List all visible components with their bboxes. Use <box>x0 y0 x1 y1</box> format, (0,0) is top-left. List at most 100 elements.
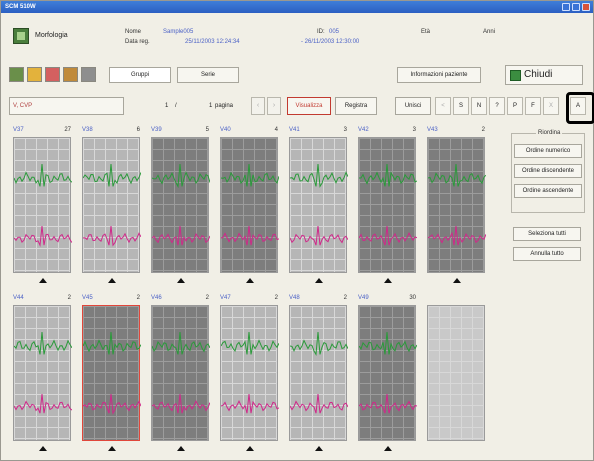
visualizza-button[interactable]: Visualizza <box>287 97 331 115</box>
ecg-waveform <box>14 331 72 414</box>
ecg-strip-box[interactable] <box>427 137 486 273</box>
window-title: SCM 510W <box>5 4 36 10</box>
strip-name: V39 <box>151 127 162 133</box>
ecg-strip-box[interactable] <box>289 137 348 273</box>
ecg-strip-box[interactable] <box>151 137 210 273</box>
ordine-numerico-button[interactable]: Ordine numerico <box>514 144 582 158</box>
letter-f-button[interactable]: F <box>525 97 541 115</box>
strip-name: V43 <box>427 127 438 133</box>
green-lead-trace <box>83 163 141 187</box>
ordine-ascendente-button[interactable]: Ordine ascendente <box>514 184 582 198</box>
pink-lead-trace <box>428 225 486 246</box>
tab-serie[interactable]: Serie <box>177 67 239 83</box>
page-current: 1 <box>165 103 169 109</box>
morphology-icon <box>13 28 29 44</box>
strip-marker-icon <box>246 278 254 283</box>
pink-lead-trace <box>359 393 417 414</box>
strip-count: 27 <box>64 127 71 133</box>
green-lead-trace <box>428 163 486 187</box>
ecg-strip-box[interactable] <box>427 305 485 441</box>
ecg-strip-box[interactable] <box>13 137 72 273</box>
strip-name: V40 <box>220 127 231 133</box>
strip-name: V37 <box>13 127 24 133</box>
seleziona-tutti-button[interactable]: Seleziona tutti <box>513 227 581 241</box>
strip-count: 2 <box>274 295 278 301</box>
close-button[interactable]: Chiudi <box>505 65 583 85</box>
letter-n-button[interactable]: N <box>471 97 487 115</box>
ecg-strip-box[interactable] <box>220 137 279 273</box>
selection-highlight <box>566 92 594 124</box>
ecg-waveform <box>428 163 486 246</box>
riordina-title: Riordina <box>536 130 563 136</box>
toolbar: Gruppi Serie Informazioni paziente Chiud… <box>5 65 589 87</box>
letter-s-button[interactable]: S <box>453 97 469 115</box>
prev-page-button[interactable]: ‹ <box>251 97 265 115</box>
ecg-strip-box[interactable] <box>151 305 210 441</box>
close-icon[interactable] <box>582 3 590 11</box>
strip-marker-icon <box>246 446 254 451</box>
data-reg-value: 25/11/2003 12:24:34 <box>185 39 240 45</box>
pink-lead-trace <box>14 225 72 248</box>
anni-label: Anni <box>483 29 496 35</box>
pink-lead-trace <box>221 225 279 246</box>
ecg-strip-box[interactable] <box>220 305 279 441</box>
patient-info-button[interactable]: Informazioni paziente <box>397 67 481 83</box>
app-name: Morfologia <box>35 32 68 39</box>
riordina-group: Riordina Ordine numerico Ordine discende… <box>511 130 585 213</box>
letter-p-button[interactable]: P <box>507 97 523 115</box>
minimize-icon[interactable] <box>562 3 570 11</box>
maximize-icon[interactable] <box>572 3 580 11</box>
ecg-strip-box[interactable] <box>13 305 72 441</box>
ecg-strip-box[interactable] <box>82 305 141 441</box>
morphology-strips-panel: V37 27 V38 6 V39 5 V40 4 V41 3 V42 3 V43 2 V44 2 V45 2 V46… <box>5 121 505 457</box>
strip-name: V48 <box>289 295 300 301</box>
green-lead-trace <box>152 331 210 355</box>
strip-name: V41 <box>289 127 300 133</box>
annulla-tutto-button[interactable]: Annulla tutto <box>513 247 581 261</box>
letter-question-button[interactable]: ? <box>489 97 505 115</box>
records-icon[interactable] <box>9 67 24 82</box>
green-lead-trace <box>290 163 348 188</box>
strip-count: 3 <box>343 127 347 133</box>
chart-icon[interactable] <box>45 67 60 82</box>
navigation-bar: V, CVP 1 / 1 pagina ‹ › Visualizza Regis… <box>5 97 589 117</box>
ecg-waveform <box>152 331 210 414</box>
printer-icon[interactable] <box>81 67 96 82</box>
page-separator: / <box>175 103 177 109</box>
ecg-waveform <box>359 163 417 246</box>
strip-marker-icon <box>108 446 116 451</box>
strip-count: 2 <box>67 295 71 301</box>
sort-sidebar: Riordina Ordine numerico Ordine discende… <box>511 129 589 269</box>
ordine-discendente-button[interactable]: Ordine discendente <box>514 164 582 178</box>
registra-button[interactable]: Registra <box>335 97 377 115</box>
people-icon[interactable] <box>27 67 42 82</box>
letter-prev-button[interactable]: < <box>435 97 451 115</box>
ecg-strip-box[interactable] <box>82 137 141 273</box>
filter-field[interactable]: V, CVP <box>9 97 124 115</box>
letter-x-button[interactable]: X <box>543 97 559 115</box>
pink-lead-trace <box>83 393 141 415</box>
green-lead-trace <box>83 331 141 355</box>
edit-icon[interactable] <box>63 67 78 82</box>
strip-name: V47 <box>220 295 231 301</box>
next-page-button[interactable]: › <box>267 97 281 115</box>
app-window: SCM 510W Morfologia Nome Sample005 Data … <box>0 0 594 461</box>
strip-count: 2 <box>205 295 209 301</box>
ecg-strip-box[interactable] <box>289 305 348 441</box>
tab-gruppi[interactable]: Gruppi <box>109 67 171 83</box>
strip-marker-icon <box>315 278 323 283</box>
strip-name: V49 <box>358 295 369 301</box>
page-total: 1 <box>209 103 213 109</box>
strip-count: 2 <box>136 295 140 301</box>
patient-header: Morfologia Nome Sample005 Data reg. 25/1… <box>5 19 589 55</box>
ecg-strip-box[interactable] <box>358 137 417 273</box>
pink-lead-trace <box>14 393 72 414</box>
unisci-button[interactable]: Unisci <box>395 97 431 115</box>
id-value: 005 <box>329 29 340 35</box>
title-bar: SCM 510W <box>1 1 593 13</box>
strip-name: V38 <box>82 127 93 133</box>
ecg-waveform <box>221 163 279 246</box>
ecg-strip-box[interactable] <box>358 305 417 441</box>
close-button-label: Chiudi <box>524 69 553 80</box>
green-lead-trace <box>359 331 417 355</box>
